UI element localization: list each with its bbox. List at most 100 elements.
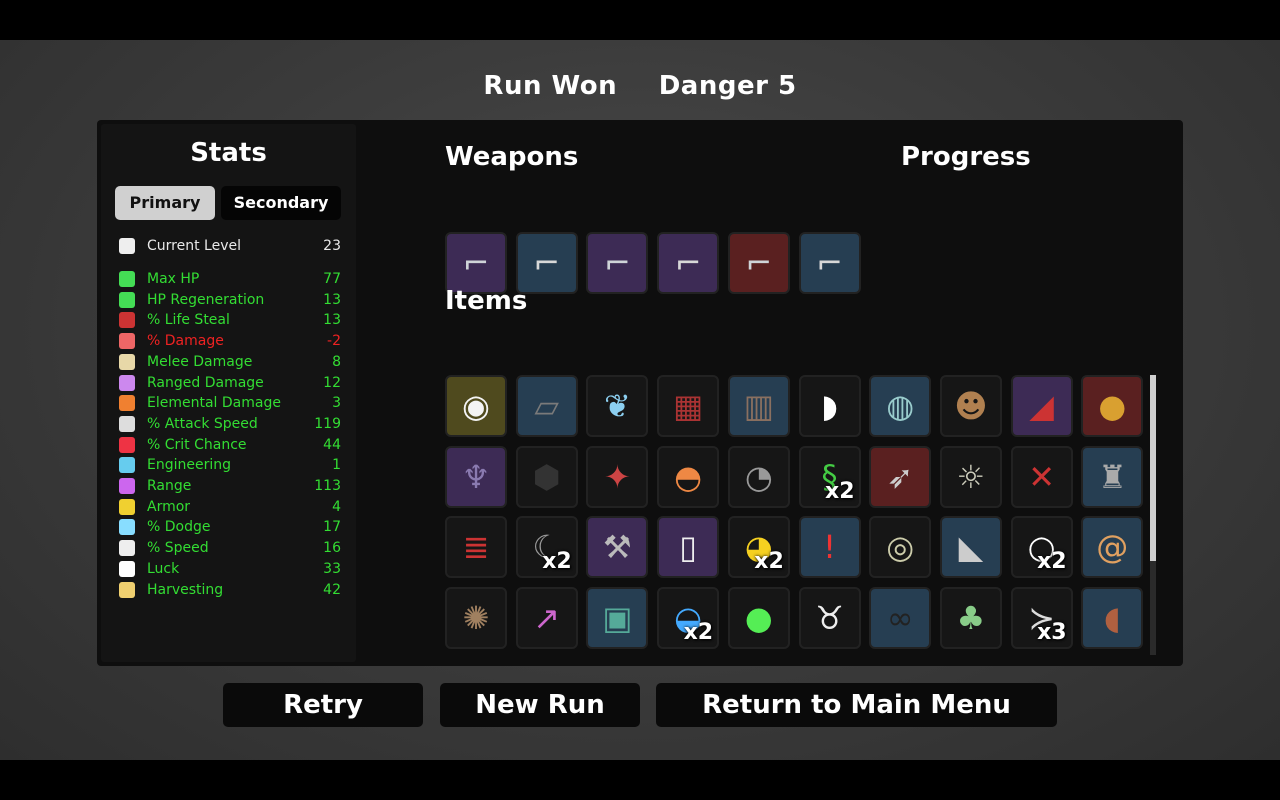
item-slot[interactable]: ❦ <box>586 375 649 437</box>
item-quantity: x2 <box>1037 549 1067 575</box>
item-slot[interactable]: ◢ <box>1010 375 1073 437</box>
item-slot[interactable]: ● <box>727 587 790 650</box>
item-slot[interactable]: @ <box>1081 516 1144 579</box>
stat-value: 13 <box>323 312 341 329</box>
item-slot[interactable]: ◒ x2 <box>657 587 720 650</box>
stat-label: Melee Damage <box>147 353 253 370</box>
fang-icon: ◗ <box>821 387 838 425</box>
stat-value: 44 <box>323 436 341 453</box>
item-slot[interactable]: ⬢ <box>515 445 578 508</box>
letterbox-top <box>0 0 1280 40</box>
item-slot[interactable]: ↗ <box>515 587 578 650</box>
item-slot[interactable]: ♉ <box>798 587 861 650</box>
item-slot[interactable]: ✦ <box>586 445 649 508</box>
item-slot[interactable]: ◓ <box>657 445 720 508</box>
item-slot[interactable]: ∞ <box>869 587 932 650</box>
wrench-icon <box>119 457 135 474</box>
butterfly-icon: ❦ <box>603 387 631 425</box>
stat-row: % Dodge 17 <box>115 517 343 537</box>
item-slot[interactable]: ⚒ <box>586 516 649 579</box>
stat-value: 13 <box>323 291 341 308</box>
item-slot[interactable]: ◖ <box>1081 587 1144 650</box>
item-slot[interactable]: ◎ <box>869 516 932 579</box>
retry-button[interactable]: Retry <box>223 683 423 727</box>
scrollbar-thumb[interactable] <box>1150 375 1156 561</box>
stat-label: Range <box>147 478 192 494</box>
danger-level: Danger 5 <box>658 71 797 101</box>
item-slot[interactable]: ● <box>1081 375 1144 437</box>
item-slot[interactable]: ◔ <box>727 445 790 508</box>
revolver-icon: ⌐ <box>674 244 702 282</box>
stat-row: Melee Damage 8 <box>115 352 343 372</box>
propeller-hat-icon: ◓ <box>674 457 703 496</box>
rockets-icon: ➶ <box>886 457 914 496</box>
item-slot[interactable]: ! <box>798 516 861 579</box>
item-slot[interactable]: ◉ <box>445 375 507 437</box>
stat-row: Engineering 1 <box>115 455 343 475</box>
muscle-icon <box>119 333 135 350</box>
item-slot[interactable]: ♆ <box>445 445 507 508</box>
item-slot[interactable]: ✕ <box>1010 445 1073 508</box>
progress-title: Progress <box>901 142 1031 172</box>
stat-value: 8 <box>332 353 341 370</box>
item-slot[interactable]: ☾ x2 <box>515 516 578 579</box>
item-slot[interactable]: ✺ <box>445 587 507 650</box>
larva-icon: ◖ <box>1103 599 1121 638</box>
item-slot[interactable]: ▣ <box>586 587 649 650</box>
flashlight-icon: ◍ <box>886 387 915 425</box>
cow-skull-icon: ♉ <box>815 599 844 638</box>
stats-panel: Stats Primary Secondary Current Level 23… <box>101 124 356 662</box>
item-slot[interactable]: ▥ <box>727 375 790 437</box>
revolver-icon: ⌐ <box>533 244 561 282</box>
stat-row: % Attack Speed 119 <box>115 414 343 434</box>
items-scrollbar[interactable] <box>1150 375 1156 655</box>
stat-label: HP Regeneration <box>147 291 265 308</box>
monkey-icon: ☻ <box>954 387 988 425</box>
item-slot[interactable]: ♜ <box>1081 445 1144 508</box>
item-slot[interactable]: ◍ <box>869 375 932 437</box>
end-run-screen: Run Won Danger 5 Stats Primary Secondary… <box>0 40 1280 760</box>
new-run-button[interactable]: New Run <box>440 683 640 727</box>
crit-icon <box>119 436 135 453</box>
main-menu-button[interactable]: Return to Main Menu <box>656 683 1057 727</box>
item-slot[interactable]: ◕ x2 <box>727 516 790 579</box>
tab-primary[interactable]: Primary <box>115 186 215 220</box>
item-slot[interactable]: ☼ <box>939 445 1002 508</box>
weapon-slot[interactable]: ⌐ <box>657 232 720 294</box>
alert-rat-icon: ! <box>823 528 836 567</box>
stat-label: Harvesting <box>147 581 224 598</box>
item-quantity: x2 <box>683 620 714 646</box>
stat-value: 33 <box>323 560 341 577</box>
stat-row: % Life Steal 13 <box>115 310 343 330</box>
weapon-slot[interactable]: ⌐ <box>727 232 790 294</box>
weapon-slot[interactable]: ⌐ <box>445 232 507 294</box>
item-slot[interactable]: ≻ x3 <box>1010 587 1073 650</box>
weapon-slot[interactable]: ⌐ <box>586 232 649 294</box>
weapon-slot[interactable]: ⌐ <box>515 232 578 294</box>
item-slot[interactable]: ○ x2 <box>1010 516 1073 579</box>
run-status: Run Won <box>483 71 618 101</box>
item-slot[interactable]: ▱ <box>515 375 578 437</box>
laser-gun-icon: ⌐ <box>462 244 490 282</box>
item-slot[interactable]: ➶ <box>869 445 932 508</box>
stat-row: % Crit Chance 44 <box>115 435 343 455</box>
item-slot[interactable]: ▯ <box>657 516 720 579</box>
sword-icon <box>119 353 135 370</box>
stat-value: 4 <box>332 498 341 515</box>
wheat-icon <box>119 581 135 598</box>
item-slot[interactable]: ▦ <box>657 375 720 437</box>
stat-value: 3 <box>332 395 341 412</box>
turret-icon: ◎ <box>886 528 915 567</box>
item-slot[interactable]: ♣ <box>939 587 1002 650</box>
tab-secondary[interactable]: Secondary <box>221 186 341 220</box>
stat-row: Range 113 <box>115 476 343 496</box>
item-slot[interactable]: § x2 <box>798 445 861 508</box>
boot-icon <box>119 540 135 557</box>
item-slot[interactable]: ☻ <box>939 375 1002 437</box>
lizard-icon: ☼ <box>956 457 986 496</box>
stat-row: Ranged Damage 12 <box>115 373 343 393</box>
item-slot[interactable]: ◗ <box>798 375 861 437</box>
item-slot[interactable]: ≣ <box>445 516 507 579</box>
item-slot[interactable]: ◣ <box>939 516 1002 579</box>
weapon-slot[interactable]: ⌐ <box>798 232 861 294</box>
